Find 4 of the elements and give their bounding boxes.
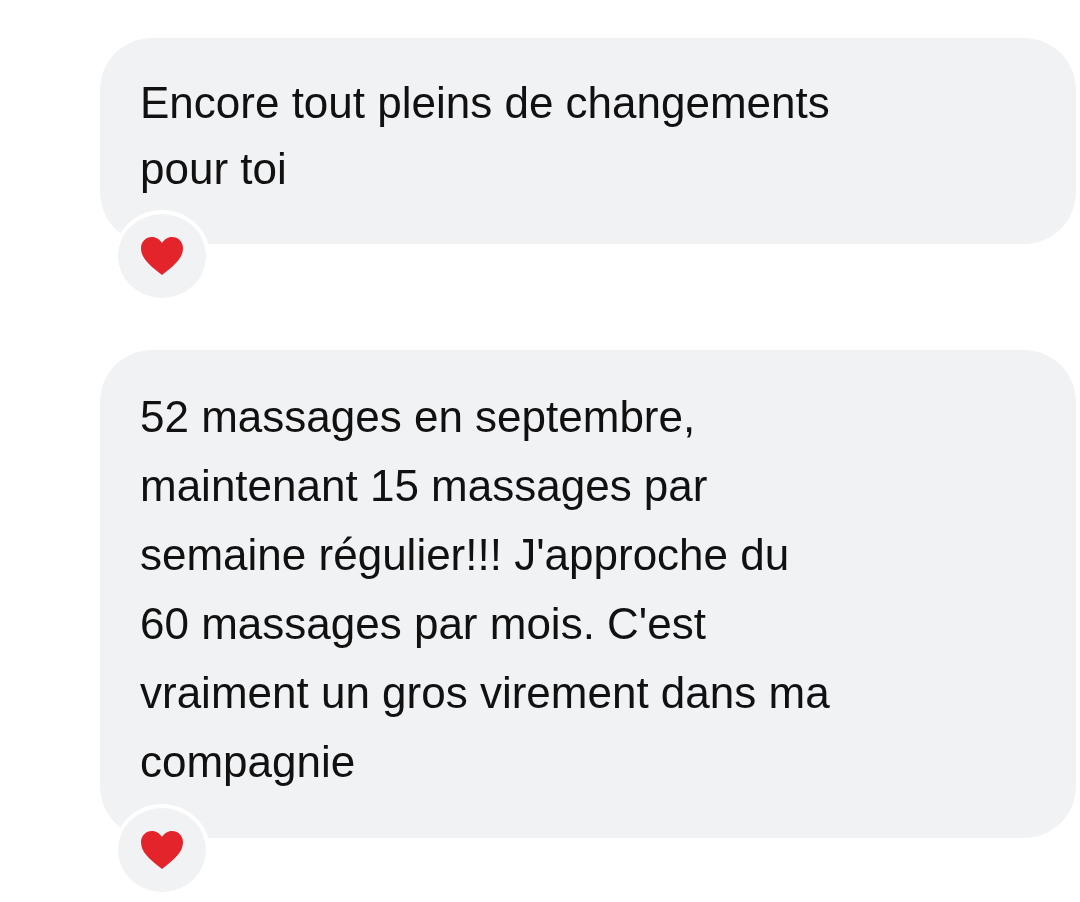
message-text: Encore tout pleins de changements pour toi bbox=[140, 77, 831, 195]
heart-icon bbox=[139, 829, 185, 871]
message-text: 52 massages en septembre, maintenant 15 massages par semaine régulier!!! J'approche du 60 massages par mois. C'est vraiment un gros virement dans ma compagnie bbox=[140, 391, 831, 788]
heart-icon bbox=[139, 235, 185, 277]
